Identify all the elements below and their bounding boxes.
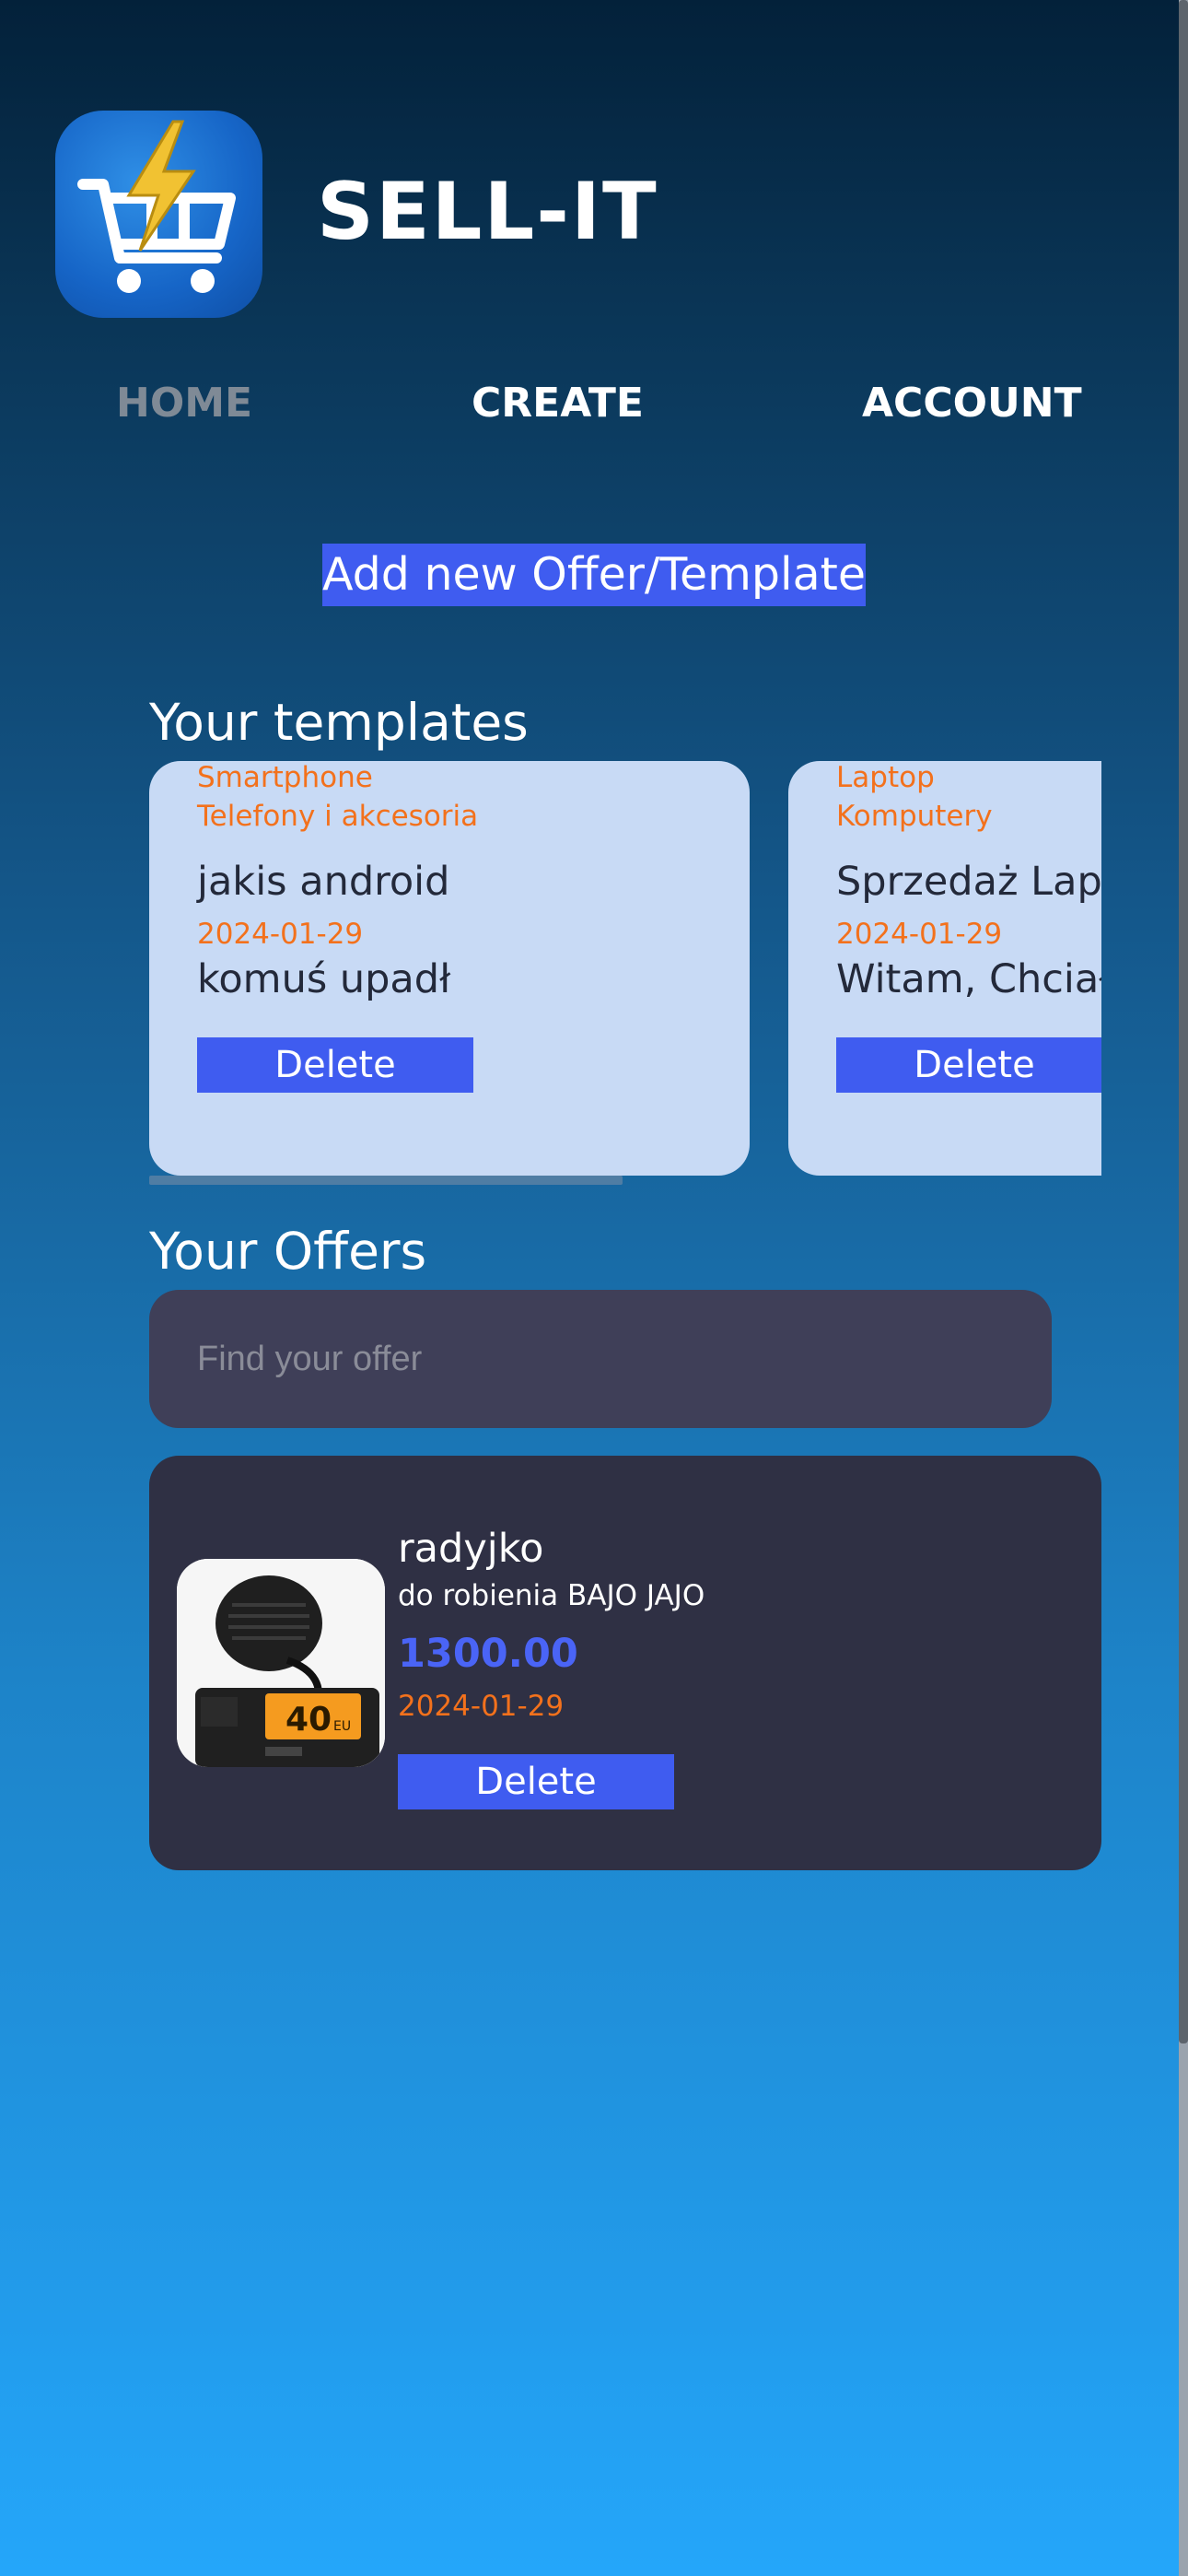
app-title: SELL-IT xyxy=(317,166,658,258)
offer-price: 1300.00 xyxy=(398,1631,578,1677)
nav-account[interactable]: ACCOUNT xyxy=(862,380,1082,427)
template-category: Laptop xyxy=(836,761,935,794)
templates-carousel[interactable]: Smartphone Telefony i akcesoria jakis an… xyxy=(149,761,1101,1185)
template-date: 2024-01-29 xyxy=(197,918,364,951)
templates-scroll-indicator[interactable] xyxy=(149,1176,623,1185)
offer-card[interactable]: 40 EU radyjko do robienia BAJO JAJO 1300… xyxy=(149,1456,1101,1870)
offer-search-box[interactable] xyxy=(149,1290,1052,1428)
templates-heading: Your templates xyxy=(149,693,529,752)
app-logo-icon xyxy=(55,111,262,318)
template-delete-button[interactable]: Delete xyxy=(197,1037,473,1093)
template-description: komuś upadł xyxy=(197,956,451,1002)
page-scrollbar-thumb[interactable] xyxy=(1179,0,1188,2043)
nav-home[interactable]: HOME xyxy=(116,380,252,427)
template-name: jakis android xyxy=(197,859,450,905)
add-offer-template-button[interactable]: Add new Offer/Template xyxy=(322,544,866,606)
offer-delete-button[interactable]: Delete xyxy=(398,1754,674,1809)
offer-search-input[interactable] xyxy=(197,1325,1007,1393)
template-card[interactable]: Laptop Komputery Sprzedaż Laptopa 2024-0… xyxy=(788,761,1101,1176)
template-date: 2024-01-29 xyxy=(836,918,1003,951)
svg-text:40: 40 xyxy=(285,1701,332,1739)
template-category: Smartphone xyxy=(197,761,373,794)
offer-title: radyjko xyxy=(398,1526,544,1572)
template-description: Witam, Chciałbym xyxy=(836,956,1101,1002)
template-card[interactable]: Smartphone Telefony i akcesoria jakis an… xyxy=(149,761,750,1176)
offers-heading: Your Offers xyxy=(149,1222,427,1281)
template-name: Sprzedaż Laptopa xyxy=(836,859,1101,905)
template-delete-button[interactable]: Delete xyxy=(836,1037,1101,1093)
offer-date: 2024-01-29 xyxy=(398,1690,565,1723)
nav-create[interactable]: CREATE xyxy=(472,380,644,427)
offer-image: 40 EU xyxy=(177,1559,385,1767)
template-parent-category: Komputery xyxy=(836,800,993,833)
svg-text:EU: EU xyxy=(333,1719,351,1734)
offer-description: do robienia BAJO JAJO xyxy=(398,1579,705,1612)
template-parent-category: Telefony i akcesoria xyxy=(197,800,479,833)
